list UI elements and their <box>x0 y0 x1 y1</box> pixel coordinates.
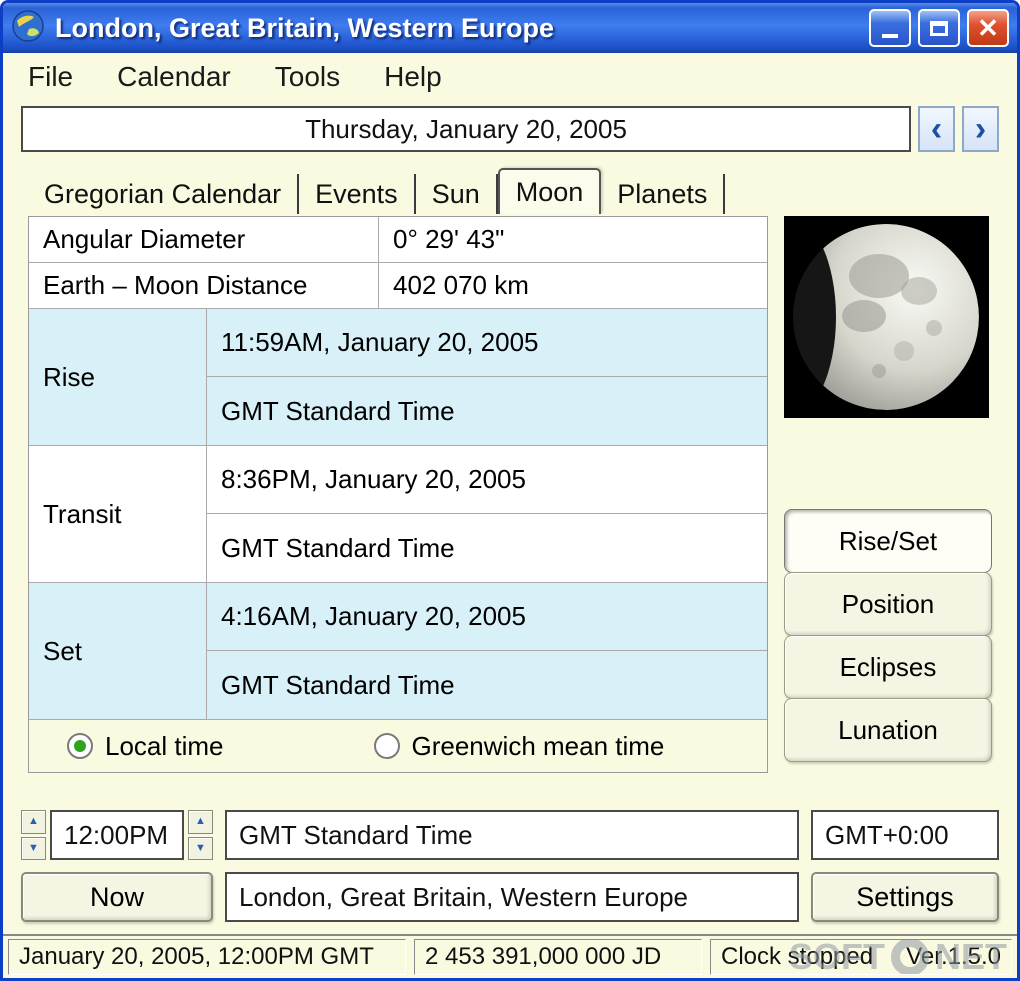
time-mode-options: Local time Greenwich mean time <box>29 720 767 772</box>
row-timezone: GMT Standard Time <box>221 395 455 426</box>
table-row-distance: Earth – Moon Distance 402 070 km <box>29 263 767 309</box>
globe-icon <box>11 9 45 48</box>
app-window: London, Great Britain, Western Europe ✕ … <box>0 0 1020 981</box>
status-julian-date: 2 453 391,000 000 JD <box>414 939 702 975</box>
moon-side-panel: Rise/Set Position Eclipses Lunation <box>784 216 992 762</box>
time-spinner-group: ▲ ▼ 12:00PM ▲ ▼ <box>21 810 213 860</box>
radio-selected-icon <box>67 733 93 759</box>
clock-controls: ▲ ▼ 12:00PM ▲ ▼ GMT Standard Time GMT+0:… <box>21 798 999 922</box>
radio-label: Local time <box>105 730 224 761</box>
table-row-set: Set 4:16AM, January 20, 2005 GMT Standar… <box>29 583 767 720</box>
tab-gregorian-calendar[interactable]: Gregorian Calendar <box>28 174 300 214</box>
radio-label: Greenwich mean time <box>411 730 665 761</box>
local-time-radio[interactable]: Local time <box>67 731 224 762</box>
greenwich-time-radio[interactable]: Greenwich mean time <box>373 730 665 762</box>
hour-down-button[interactable]: ▼ <box>21 836 46 860</box>
time-input[interactable]: 12:00PM <box>50 810 184 860</box>
row-label: Transit <box>29 446 207 582</box>
gmt-offset-field[interactable]: GMT+0:00 <box>811 810 999 860</box>
rise-set-button[interactable]: Rise/Set <box>784 509 992 573</box>
table-row-rise: Rise 11:59AM, January 20, 2005 GMT Stand… <box>29 309 767 446</box>
maximize-icon <box>930 20 948 36</box>
version-text: Ver.1.5.0 <box>906 943 1001 970</box>
minimize-button[interactable] <box>869 9 911 47</box>
minute-up-button[interactable]: ▲ <box>188 810 213 834</box>
tab-moon[interactable]: Moon <box>497 168 602 214</box>
lunation-button[interactable]: Lunation <box>784 698 992 762</box>
tab-planets[interactable]: Planets <box>601 174 726 214</box>
row-time: 8:36PM, January 20, 2005 <box>207 446 767 514</box>
position-button[interactable]: Position <box>784 572 992 636</box>
radio-unselected-icon <box>373 733 400 759</box>
prev-day-button[interactable]: ‹ <box>918 106 955 152</box>
moon-data-table: Angular Diameter 0° 29' 43" Earth – Moon… <box>28 216 768 773</box>
spin-down-icon: ▼ <box>195 841 206 854</box>
settings-button[interactable]: Settings <box>811 872 999 922</box>
row-value: 402 070 km <box>393 270 529 300</box>
tab-events[interactable]: Events <box>299 174 416 214</box>
moon-view-buttons: Rise/Set Position Eclipses Lunation <box>784 509 992 762</box>
eclipses-button[interactable]: Eclipses <box>784 635 992 699</box>
titlebar: London, Great Britain, Western Europe ✕ <box>3 3 1017 53</box>
date-navigation: Thursday, January 20, 2005 ‹ › <box>21 106 999 152</box>
row-label: Earth – Moon Distance <box>29 263 379 308</box>
menu-help[interactable]: Help <box>384 61 442 93</box>
chevron-right-icon: › <box>974 109 987 148</box>
menu-file[interactable]: File <box>28 61 73 93</box>
status-clock-section: Clock stopped Ver.1.5.0 SOFT NET <box>710 939 1012 975</box>
status-datetime: January 20, 2005, 12:00PM GMT <box>8 939 406 975</box>
row-label: Rise <box>29 309 207 445</box>
row-timezone: GMT Standard Time <box>221 532 455 563</box>
timezone-field[interactable]: GMT Standard Time <box>225 810 799 860</box>
row-label: Set <box>29 583 207 719</box>
row-time: 4:16AM, January 20, 2005 <box>207 583 767 651</box>
table-row-transit: Transit 8:36PM, January 20, 2005 GMT Sta… <box>29 446 767 583</box>
close-button[interactable]: ✕ <box>967 9 1009 47</box>
menu-tools[interactable]: Tools <box>275 61 340 93</box>
status-bar: January 20, 2005, 12:00PM GMT 2 453 391,… <box>3 934 1017 978</box>
row-time: 11:59AM, January 20, 2005 <box>207 309 767 377</box>
next-day-button[interactable]: › <box>962 106 999 152</box>
menu-bar: File Calendar Tools Help <box>3 53 1017 100</box>
clock-status-text: Clock stopped <box>721 943 874 970</box>
moon-tab-content: Angular Diameter 0° 29' 43" Earth – Moon… <box>28 216 992 798</box>
tab-sun[interactable]: Sun <box>416 174 498 214</box>
window-controls: ✕ <box>869 9 1009 47</box>
date-display[interactable]: Thursday, January 20, 2005 <box>21 106 911 152</box>
row-label: Angular Diameter <box>29 217 379 262</box>
minimize-icon <box>882 34 898 38</box>
spin-up-icon: ▲ <box>195 815 206 828</box>
menu-calendar[interactable]: Calendar <box>117 61 231 93</box>
tab-bar: Gregorian Calendar Events Sun Moon Plane… <box>28 168 992 214</box>
moon-phase-image <box>784 216 989 418</box>
row-timezone: GMT Standard Time <box>221 669 455 700</box>
chevron-left-icon: ‹ <box>930 109 943 148</box>
row-value: 0° 29' 43" <box>393 224 505 254</box>
now-button[interactable]: Now <box>21 872 213 922</box>
maximize-button[interactable] <box>918 9 960 47</box>
table-row-angular-diameter: Angular Diameter 0° 29' 43" <box>29 217 767 263</box>
location-field[interactable]: London, Great Britain, Western Europe <box>225 872 799 922</box>
close-icon: ✕ <box>977 12 999 43</box>
window-title: London, Great Britain, Western Europe <box>55 12 555 43</box>
minute-down-button[interactable]: ▼ <box>188 836 213 860</box>
spin-up-icon: ▲ <box>28 815 39 828</box>
hour-up-button[interactable]: ▲ <box>21 810 46 834</box>
spin-down-icon: ▼ <box>28 841 39 854</box>
